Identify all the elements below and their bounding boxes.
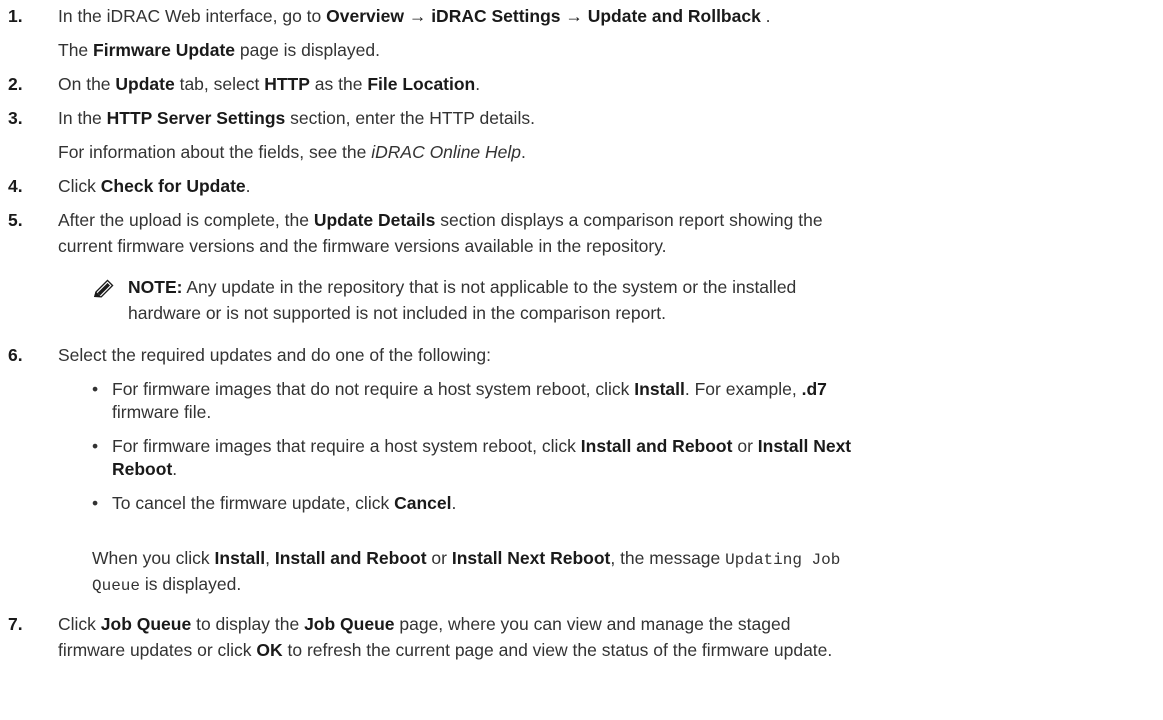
result-text: When you click Install, Install and Rebo… [92,548,841,569]
note-text: NOTE: Any update in the repository that … [128,277,797,297]
bullet-icon: • [92,379,99,399]
step-text-continued: current firmware versions and the firmwa… [58,236,667,256]
list-item-text-continued: Reboot. [112,459,178,479]
step-number: 3. [8,108,23,128]
step-text: In the iDRAC Web interface, go to Overvi… [58,6,771,26]
step-text: Select the required updates and do one o… [58,345,491,365]
bullet-icon: • [92,436,99,456]
list-item-text: For firmware images that require a host … [112,436,852,456]
step-number: 1. [8,6,23,26]
document-page: 1. In the iDRAC Web interface, go to Ove… [0,0,1163,720]
pencil-note-icon [92,277,116,301]
step-text: In the HTTP Server Settings section, ent… [58,108,535,128]
step-number: 7. [8,614,23,634]
result-text-continued: Queue is displayed. [92,574,242,595]
list-item-text: For firmware images that do not require … [112,379,827,399]
step-number: 4. [8,176,23,196]
list-item-text: To cancel the firmware update, click Can… [112,493,457,513]
note-text-continued: hardware or is not supported is not incl… [128,303,666,323]
list-item-text-continued: firmware file. [112,402,212,422]
step-number: 6. [8,345,23,365]
step-text: Click Check for Update. [58,176,251,196]
step-text: Click Job Queue to display the Job Queue… [58,614,791,634]
step-number: 5. [8,210,23,230]
step-result: The Firmware Update page is displayed. [58,40,380,60]
step-text: On the Update tab, select HTTP as the Fi… [58,74,481,94]
step-number: 2. [8,74,23,94]
step-info: For information about the fields, see th… [58,142,526,162]
bullet-icon: • [92,493,99,513]
step-text-continued: firmware updates or click OK to refresh … [58,640,833,660]
step-text: After the upload is complete, the Update… [58,210,823,230]
